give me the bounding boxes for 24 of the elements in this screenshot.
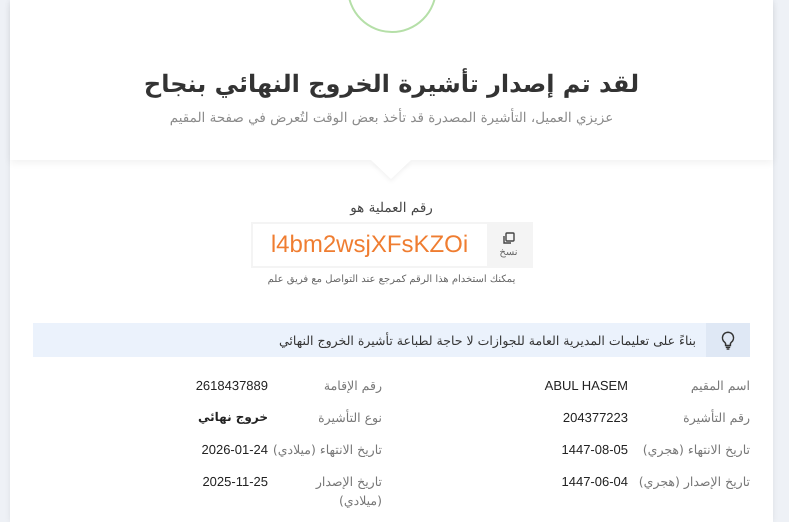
detail-label: رقم الإقامة <box>322 377 382 395</box>
detail-value: 2618437889 <box>194 377 269 395</box>
detail-label: تاريخ الإصدار (ميلادي) <box>314 473 382 510</box>
transaction-code: l4bm2wsjXFsKZOi <box>252 224 486 266</box>
detail-value: 1447-06-04 <box>560 473 629 491</box>
detail-value: ABUL HASEM <box>544 377 629 395</box>
detail-label: اسم المقيم <box>690 377 750 395</box>
detail-value: خروج نهائي <box>197 409 269 426</box>
success-subtitle: عزيزي العميل، التأشيرة المصدرة قد تأخذ بعض الوقت لتُعرض في صفحة المقيم <box>170 110 614 126</box>
detail-value: 204377223 <box>562 409 629 427</box>
lightbulb-icon <box>721 330 735 350</box>
detail-value: 2025-11-25 <box>201 473 269 491</box>
detail-value: 2026-01-24 <box>200 441 269 459</box>
success-title: لقد تم إصدار تأشيرة الخروج النهائي بنجاح <box>144 68 640 100</box>
transaction-label: رقم العملية هو <box>350 200 433 216</box>
detail-label: تاريخ الانتهاء (هجري) <box>642 441 750 459</box>
notice-text: بناءً على تعليمات المديرية العامة للجوازات لا حاجة لطباعة تأشيرة الخروج النهائي <box>279 331 697 350</box>
detail-label: تاريخ الانتهاء (ميلادي) <box>272 441 382 459</box>
detail-label: رقم التأشيرة <box>682 408 750 427</box>
copy-icon <box>502 232 515 245</box>
detail-label: تاريخ الإصدار (هجري) <box>638 473 750 491</box>
detail-label: نوع التأشيرة <box>317 408 382 427</box>
detail-value: 1447-08-05 <box>560 441 629 459</box>
transaction-hint: يمكنك استخدام هذا الرقم كمرجع عند التواصل مع فريق علم <box>268 274 516 285</box>
